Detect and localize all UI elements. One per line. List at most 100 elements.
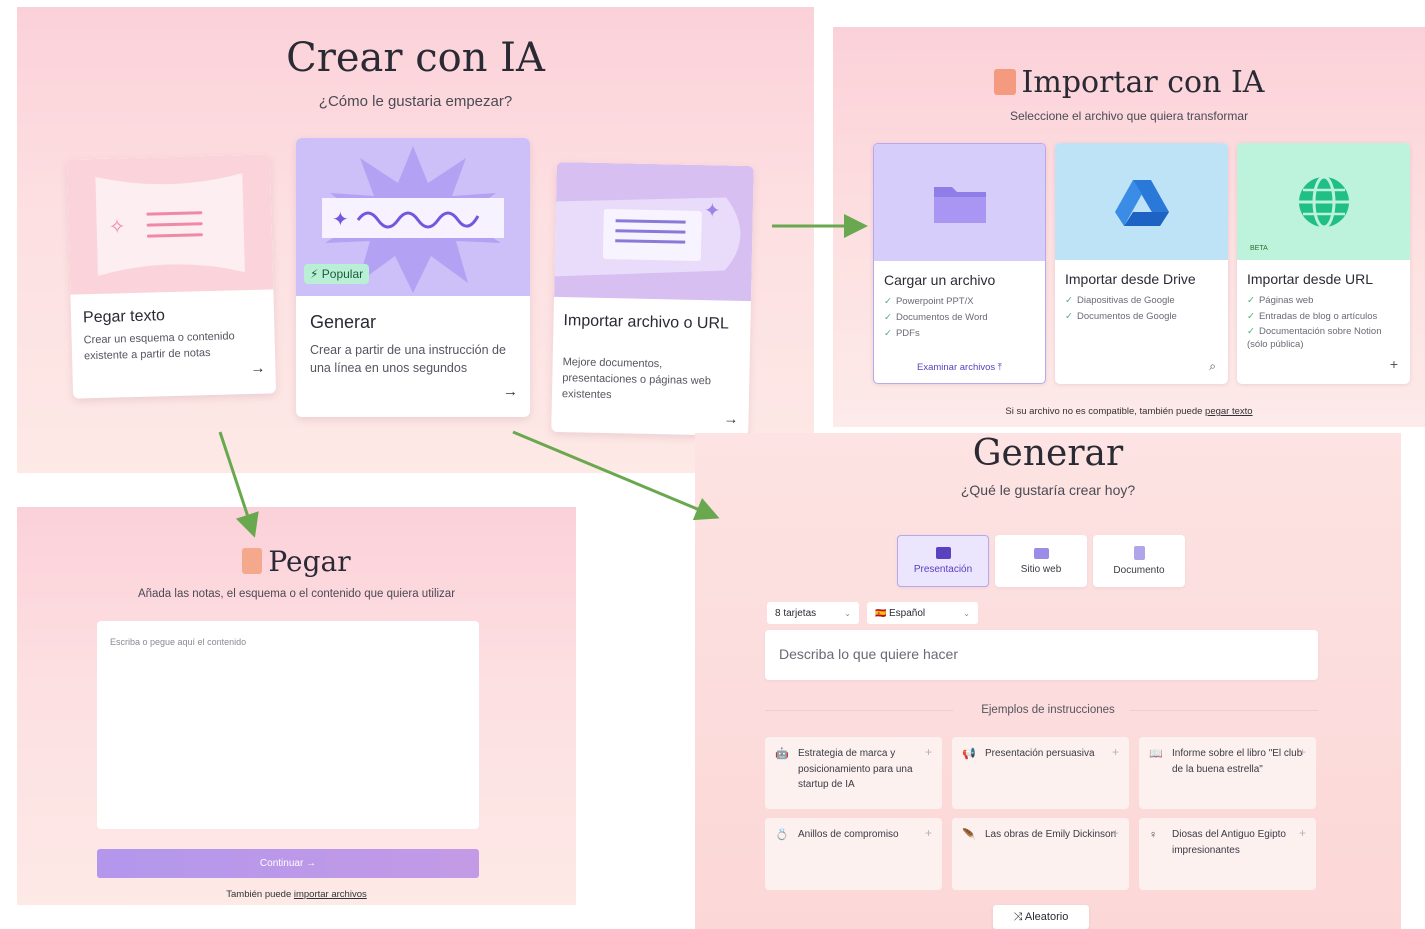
- select-value: 🇪🇸 Español: [875, 608, 925, 619]
- example-text: Estrategia de marca y posicionamiento pa…: [798, 748, 913, 790]
- female-symbol-icon: ♀: [1149, 829, 1158, 841]
- crear-con-ia-panel: Crear con IA ¿Cómo le gustaria empezar? …: [17, 7, 814, 473]
- document-icon: [1133, 546, 1145, 560]
- chevron-down-icon: ⌄: [963, 608, 970, 618]
- paste-title: Pegar: [17, 545, 576, 578]
- generate-title: Generar: [972, 433, 1124, 474]
- arrow-right-icon: →: [250, 359, 266, 377]
- plus-icon: +: [1298, 745, 1306, 759]
- import-drive-card[interactable]: Importar desde Drive Diapositivas de Goo…: [1055, 143, 1228, 384]
- example-text: Presentación persuasiva: [985, 748, 1095, 759]
- list-item: Documentos de Word: [884, 310, 988, 326]
- plus-icon: +: [924, 745, 932, 759]
- presentation-icon: [935, 547, 951, 559]
- page-subtitle: ¿Cómo le gustaria empezar?: [318, 93, 513, 110]
- tab-document[interactable]: Documento: [1093, 535, 1185, 587]
- plus-icon[interactable]: +: [1390, 356, 1398, 372]
- browse-files-link[interactable]: Examinar archivos ⤒: [874, 362, 1045, 373]
- pegar-panel: Pegar Añada las notas, el esquema o el c…: [17, 507, 576, 905]
- footnote-text: Si su archivo no es compatible, también …: [1005, 406, 1206, 417]
- ring-icon: 💍: [775, 829, 789, 841]
- search-icon[interactable]: ⌕: [1209, 359, 1216, 374]
- paste-card-desc: Crear un esquema o contenido existente a…: [83, 330, 235, 363]
- select-value: 8 tarjetas: [775, 607, 817, 619]
- tab-label: Sitio web: [1020, 563, 1062, 575]
- paste-content-textarea[interactable]: Escriba o pegue aquí el contenido: [97, 621, 479, 829]
- plus-icon: +: [1111, 745, 1119, 759]
- tab-label: Presentación: [913, 564, 973, 575]
- continue-button[interactable]: Continuar →: [97, 849, 479, 878]
- example-prompt-card[interactable]: 📢 Presentación persuasiva +: [952, 737, 1129, 809]
- list-item: Entradas de blog o artículos: [1247, 309, 1402, 325]
- list-item: Powerpoint PPT/X: [884, 294, 988, 310]
- monitor-icon: [1033, 547, 1049, 559]
- paste-subtitle: Añada las notas, el esquema o el conteni…: [137, 588, 456, 600]
- generate-card-title: Generar: [310, 312, 377, 332]
- example-prompt-card[interactable]: 🤖 Estrategia de marca y posicionamiento …: [765, 737, 942, 809]
- paste-footnote: También puede importar archivos: [17, 889, 576, 900]
- example-prompt-card[interactable]: 📖 Informe sobre el libro "El club de la …: [1139, 737, 1316, 809]
- example-prompt-card[interactable]: ♀ Diosas del Antiguo Egipto impresionant…: [1139, 818, 1316, 890]
- example-prompt-card[interactable]: 💍 Anillos de compromiso +: [765, 818, 942, 890]
- example-text: Diosas del Antiguo Egipto impresionantes: [1172, 829, 1286, 856]
- list-item: PDFs: [884, 326, 988, 342]
- tab-label: Documento: [1113, 565, 1165, 576]
- random-button[interactable]: ⤨ Aleatorio: [993, 905, 1089, 929]
- generate-subtitle: ¿Qué le gustaría crear hoy?: [960, 482, 1136, 498]
- import-file-card[interactable]: ✦ Importar archivo o URL Mejore document…: [551, 161, 754, 437]
- flag-icon: 🇪🇸: [875, 607, 887, 618]
- tab-presentation[interactable]: Presentación: [897, 535, 989, 587]
- paste-document-icon: [242, 548, 263, 574]
- example-prompt-card[interactable]: 🪶 Las obras de Emily Dickinson +: [952, 818, 1129, 890]
- tab-website[interactable]: Sitio web: [995, 535, 1087, 587]
- divider: [1130, 710, 1318, 711]
- plus-icon: +: [924, 826, 932, 840]
- drive-format-list: Diapositivas de Google Documentos de Goo…: [1065, 293, 1177, 325]
- globe-icon: [1237, 143, 1410, 260]
- chevron-down-icon: ⌄: [844, 608, 851, 618]
- import-card-title: Importar archivo o URL: [563, 312, 730, 333]
- paste-text-link[interactable]: pegar texto: [1205, 406, 1253, 417]
- paste-card-title: Pegar texto: [82, 307, 166, 327]
- prompt-input[interactable]: Describa lo que quiere hacer: [765, 630, 1318, 680]
- generate-card-desc: Crear a partir de una instrucción de una…: [310, 343, 506, 376]
- paste-title-text: Pegar: [268, 545, 351, 578]
- import-title-text: Importar con IA: [1021, 65, 1265, 100]
- svg-text:✧: ✧: [108, 216, 125, 238]
- upload-card-title: Cargar un archivo: [884, 272, 996, 288]
- example-text: Anillos de compromiso: [798, 829, 899, 840]
- folder-icon: [874, 144, 1045, 261]
- url-card-title: Importar desde URL: [1247, 271, 1374, 287]
- paste-illustration: ✧: [66, 154, 274, 295]
- paste-text-card[interactable]: ✧ Pegar texto Crear un esquema o conteni…: [66, 154, 277, 399]
- url-format-list: Páginas web Entradas de blog o artículos…: [1247, 293, 1402, 351]
- megaphone-icon: 📢: [962, 748, 976, 760]
- google-drive-icon: [1055, 143, 1228, 260]
- book-icon: 📖: [1149, 748, 1163, 760]
- list-item: Diapositivas de Google: [1065, 293, 1177, 309]
- example-text: Las obras de Emily Dickinson: [985, 829, 1117, 840]
- upload-file-card[interactable]: Cargar un archivo Powerpoint PPT/X Docum…: [873, 143, 1046, 384]
- svg-text:✦: ✦: [704, 200, 721, 222]
- list-item: Documentos de Google: [1065, 309, 1177, 325]
- generate-card[interactable]: ✦ ⚡ Popular Generar Crear a partir de un…: [296, 138, 530, 417]
- language-label: Español: [889, 607, 926, 619]
- upload-format-list: Powerpoint PPT/X Documentos de Word PDFs: [884, 294, 988, 342]
- plus-icon: +: [1298, 826, 1306, 840]
- cards-count-select[interactable]: 8 tarjetas ⌄: [767, 602, 859, 624]
- import-files-link[interactable]: importar archivos: [294, 889, 367, 900]
- import-footnote: Si su archivo no es compatible, también …: [833, 406, 1425, 417]
- import-url-card[interactable]: BETA Importar desde URL Páginas web Entr…: [1237, 143, 1410, 384]
- popular-badge: ⚡ Popular: [304, 264, 370, 284]
- example-text: Informe sobre el libro "El club de la bu…: [1172, 748, 1303, 775]
- importar-con-ia-panel: Importar con IA Seleccione el archivo qu…: [833, 27, 1425, 427]
- page-title: Crear con IA: [286, 35, 545, 81]
- beta-badge: BETA: [1247, 244, 1271, 253]
- language-select[interactable]: 🇪🇸 Español ⌄: [867, 602, 978, 624]
- footnote-text: También puede: [226, 889, 294, 900]
- import-subtitle: Seleccione el archivo que quiera transfo…: [1009, 109, 1249, 123]
- import-title: Importar con IA: [833, 65, 1425, 100]
- arrow-right-icon: →: [503, 383, 518, 400]
- feather-icon: 🪶: [962, 829, 976, 841]
- arrow-right-icon: →: [723, 410, 739, 428]
